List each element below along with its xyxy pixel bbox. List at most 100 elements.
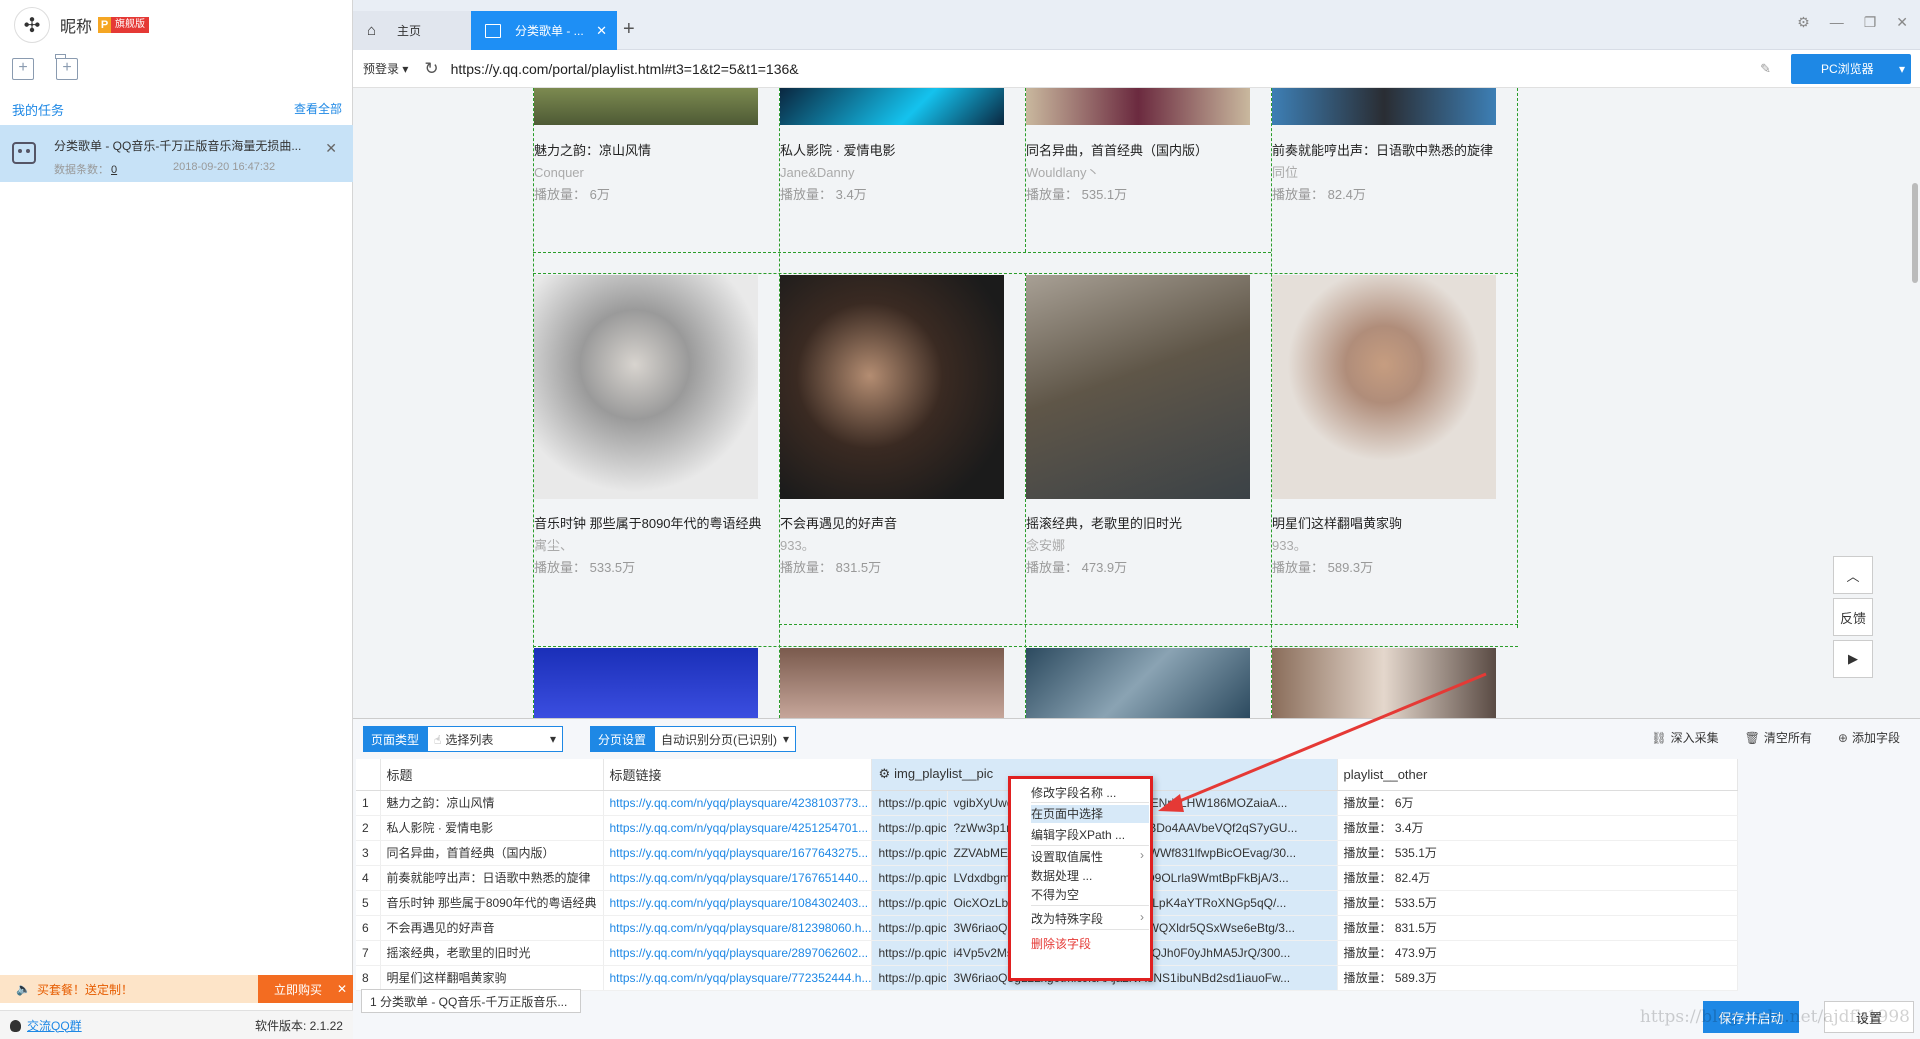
- menu-not-empty[interactable]: 不得为空: [1031, 886, 1079, 903]
- playlist-image[interactable]: [1272, 648, 1496, 718]
- cell-img-prefix[interactable]: https://p.qpic: [871, 940, 948, 966]
- playlist-card[interactable]: 魅力之韵：凉山风情 Conquer 播放量： 6万: [534, 140, 780, 206]
- chevron-down-icon[interactable]: ▾: [550, 732, 556, 746]
- playlist-image[interactable]: [534, 648, 758, 718]
- tab-home[interactable]: ⌂ 主页: [353, 11, 471, 50]
- cell-img-prefix[interactable]: https://p.qpic: [871, 890, 948, 916]
- play-video-icon[interactable]: ▶: [1833, 640, 1873, 678]
- playlist-author[interactable]: Wouldlany丶: [1026, 162, 1272, 184]
- menu-data-processing[interactable]: 数据处理 ...: [1031, 867, 1092, 884]
- playlist-image[interactable]: [1026, 88, 1250, 125]
- url-input[interactable]: https://y.qq.com/portal/playlist.html#t3…: [451, 61, 1760, 77]
- task-item[interactable]: 分类歌单 - QQ音乐-千万正版音乐海量无损曲... 数据条数： 0 2018-0…: [0, 125, 353, 182]
- playlist-card[interactable]: 明星们这样翻唱黄家驹 933。 播放量： 589.3万: [1272, 513, 1518, 579]
- row-number[interactable]: 1: [356, 790, 381, 816]
- close-icon[interactable]: ✕: [325, 140, 337, 157]
- column-header[interactable]: playlist__other: [1337, 759, 1738, 791]
- playlist-image[interactable]: [534, 88, 758, 125]
- avatar[interactable]: ✣: [14, 7, 50, 43]
- playlist-image[interactable]: [780, 88, 1004, 125]
- menu-special-field[interactable]: 改为特殊字段: [1031, 910, 1103, 927]
- cell-other[interactable]: 播放量： 589.3万: [1337, 965, 1738, 991]
- refresh-icon[interactable]: ↻: [424, 59, 438, 79]
- cell-other[interactable]: 播放量： 6万: [1337, 790, 1738, 816]
- chevron-down-icon[interactable]: ▾: [1899, 62, 1905, 76]
- cell-other[interactable]: 播放量： 473.9万: [1337, 940, 1738, 966]
- task-count-value[interactable]: 0: [111, 164, 117, 176]
- cell-title-link[interactable]: https://y.qq.com/n/yqq/playsquare/423810…: [603, 790, 873, 816]
- cell-other[interactable]: 播放量： 535.1万: [1337, 840, 1738, 866]
- clear-all-button[interactable]: 🗑 清空所有: [1745, 729, 1812, 746]
- web-view[interactable]: 魅力之韵：凉山风情 Conquer 播放量： 6万 私人影院 · 爱情电影 Ja…: [353, 88, 1920, 718]
- playlist-card[interactable]: 同名异曲，首首经典（国内版） Wouldlany丶 播放量： 535.1万: [1026, 140, 1272, 206]
- playlist-card[interactable]: 摇滚经典，老歌里的旧时光 念安娜 播放量： 473.9万: [1026, 513, 1272, 579]
- cell-other[interactable]: 播放量： 533.5万: [1337, 890, 1738, 916]
- cell-title-link[interactable]: https://y.qq.com/n/yqq/playsquare/812398…: [603, 915, 873, 941]
- playlist-card[interactable]: 不会再遇见的好声音 933。 播放量： 831.5万: [780, 513, 1026, 579]
- cell-title[interactable]: 前奏就能哼出声：日语歌中熟悉的旋律: [380, 865, 604, 891]
- playlist-author[interactable]: 寓尘、: [534, 535, 780, 557]
- playlist-card[interactable]: 前奏就能哼出声：日语歌中熟悉的旋律 同位 播放量： 82.4万: [1272, 140, 1518, 206]
- playlist-image[interactable]: [780, 275, 1004, 499]
- my-tasks-title[interactable]: 我的任务: [12, 100, 64, 119]
- scrollbar[interactable]: [1912, 183, 1918, 283]
- row-number[interactable]: 2: [356, 815, 381, 841]
- playlist-card[interactable]: 音乐时钟 那些属于8090年代的粤语经典 寓尘、 播放量： 533.5万: [534, 513, 780, 579]
- new-group-icon[interactable]: +: [55, 54, 78, 80]
- row-number[interactable]: 8: [356, 965, 381, 991]
- cell-other[interactable]: 播放量： 82.4万: [1337, 865, 1738, 891]
- cell-title[interactable]: 明星们这样翻唱黄家驹: [380, 965, 604, 991]
- playlist-card[interactable]: 私人影院 · 爱情电影 Jane&Danny 播放量： 3.4万: [780, 140, 1026, 206]
- cell-img-prefix[interactable]: https://p.qpic: [871, 915, 948, 941]
- cell-img-prefix[interactable]: https://p.qpic: [871, 865, 948, 891]
- row-number[interactable]: 4: [356, 865, 381, 891]
- menu-edit-xpath[interactable]: 编辑字段XPath ...: [1031, 826, 1125, 843]
- menu-value-attribute[interactable]: 设置取值属性: [1031, 848, 1103, 865]
- view-all-link[interactable]: 查看全部: [294, 100, 342, 119]
- playlist-image[interactable]: [1272, 88, 1496, 125]
- maximize-icon[interactable]: ❐: [1864, 14, 1877, 31]
- save-start-button[interactable]: 保存并启动: [1703, 1001, 1799, 1033]
- playlist-image[interactable]: [780, 648, 1004, 718]
- row-number[interactable]: 3: [356, 840, 381, 866]
- cell-title[interactable]: 摇滚经典，老歌里的旧时光: [380, 940, 604, 966]
- cell-img-prefix[interactable]: https://p.qpic: [871, 790, 948, 816]
- menu-select-in-page[interactable]: 在页面中选择: [1031, 805, 1149, 823]
- cell-title-link[interactable]: https://y.qq.com/n/yqq/playsquare/425125…: [603, 815, 873, 841]
- new-task-icon[interactable]: +: [12, 58, 34, 80]
- cell-title[interactable]: 魅力之韵：凉山风情: [380, 790, 604, 816]
- tab-playlist[interactable]: 分类歌单 - ... ✕: [471, 11, 617, 50]
- playlist-image[interactable]: [534, 275, 758, 499]
- playlist-image[interactable]: [1026, 275, 1250, 499]
- playlist-author[interactable]: 同位: [1272, 162, 1518, 184]
- cell-title[interactable]: 同名异曲，首首经典（国内版）: [380, 840, 604, 866]
- column-header[interactable]: 标题链接: [603, 759, 873, 791]
- cell-title[interactable]: 不会再遇见的好声音: [380, 915, 604, 941]
- minimize-icon[interactable]: —: [1830, 14, 1844, 31]
- promo-text[interactable]: 🔈 买套餐！送定制！: [0, 975, 258, 1003]
- cell-title-link[interactable]: https://y.qq.com/n/yqq/playsquare/108430…: [603, 890, 873, 916]
- cell-img-prefix[interactable]: https://p.qpic: [871, 840, 948, 866]
- playlist-author[interactable]: 933。: [780, 535, 1026, 557]
- cell-other[interactable]: 播放量： 3.4万: [1337, 815, 1738, 841]
- buy-now-button[interactable]: 立即购买 ✕: [258, 975, 353, 1003]
- task-tab[interactable]: 1 分类歌单 - QQ音乐-千万正版音乐...: [361, 989, 581, 1013]
- cell-title-link[interactable]: https://y.qq.com/n/yqq/playsquare/176765…: [603, 865, 873, 891]
- playlist-title[interactable]: 同名异曲，首首经典（国内版）: [1026, 140, 1262, 162]
- cell-img-prefix[interactable]: https://p.qpic: [871, 815, 948, 841]
- add-tab-icon[interactable]: +: [623, 18, 635, 41]
- pc-browser-button[interactable]: PC浏览器 ▾: [1791, 53, 1911, 84]
- close-icon[interactable]: ✕: [337, 982, 347, 996]
- scroll-top-button[interactable]: ︿: [1833, 556, 1873, 594]
- cell-img-prefix[interactable]: https://p.qpic: [871, 965, 948, 991]
- row-number[interactable]: 7: [356, 940, 381, 966]
- cell-title[interactable]: 音乐时钟 那些属于8090年代的粤语经典: [380, 890, 604, 916]
- cell-title-link[interactable]: https://y.qq.com/n/yqq/playsquare/167764…: [603, 840, 873, 866]
- settings-button[interactable]: 设置: [1824, 1001, 1914, 1033]
- row-number[interactable]: 6: [356, 915, 381, 941]
- column-header[interactable]: 标题: [380, 759, 604, 791]
- cell-title[interactable]: 私人影院 · 爱情电影: [380, 815, 604, 841]
- playlist-title[interactable]: 明星们这样翻唱黄家驹: [1272, 513, 1508, 535]
- feedback-button[interactable]: 反馈: [1833, 598, 1873, 636]
- playlist-author[interactable]: Conquer: [534, 162, 780, 184]
